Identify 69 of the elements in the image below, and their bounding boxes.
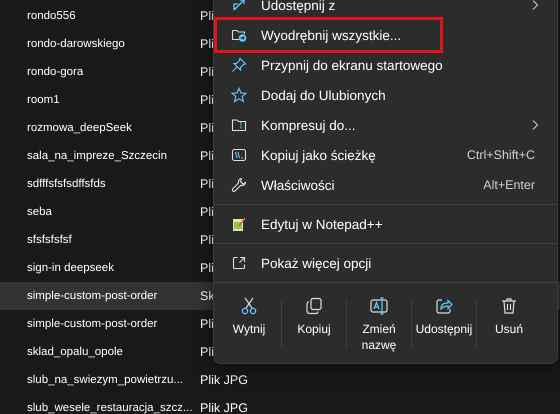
file-name: slub_na_swiezym_powietrzu... — [27, 374, 184, 386]
file-name: room1 — [27, 94, 61, 106]
pin-icon — [231, 57, 247, 73]
file-type: Pli — [200, 121, 214, 135]
menu-item-label: Właściwości — [261, 178, 336, 192]
menu-item[interactable]: Przypnij do ekranu startowego — [218, 51, 553, 79]
file-name: sfsfsfsfsf — [27, 234, 73, 246]
menu-item-label: Przypnij do ekranu startowego — [261, 58, 444, 72]
menu-item-label: Pokaż więcej opcji — [261, 256, 372, 270]
path-icon — [231, 147, 247, 163]
zip-folder-icon — [231, 117, 247, 133]
file-name: slub_wesele_restauracja_szcz... — [27, 402, 194, 414]
file-type: Plik JPG — [200, 373, 248, 387]
file-type: Pli — [200, 9, 214, 23]
file-name: simple-custom-post-order — [27, 318, 158, 330]
menu-item-label: Kopiuj jako ścieżkę — [261, 148, 377, 162]
file-type: Pli — [200, 37, 214, 51]
star-icon — [231, 87, 247, 103]
action-button[interactable]: Zmień nazwę — [347, 292, 411, 358]
shortcut-label: Alt+Enter — [483, 178, 535, 192]
rename-icon — [369, 296, 389, 316]
menu-item-label: Udostępnij z — [261, 0, 336, 12]
cut-icon — [239, 296, 259, 316]
menu-item-label: Kompresuj do... — [261, 118, 357, 132]
file-row[interactable]: slub_wesele_restauracja_szcz... Plik JPG — [0, 394, 560, 414]
file-name: rondo-darowskiego — [27, 38, 126, 50]
file-name: rondo556 — [27, 10, 77, 22]
menu-item[interactable]: Kopiuj jako ścieżkę Ctrl+Shift+C — [218, 141, 553, 169]
file-type: Pli — [200, 233, 214, 247]
file-type: Pli — [200, 205, 214, 219]
menu-item[interactable]: Udostępnij z — [218, 0, 553, 19]
action-button[interactable]: Wytnij — [217, 292, 281, 342]
file-type: Plik JPG — [200, 401, 248, 414]
file-name: simple-custom-post-order — [27, 290, 158, 302]
action-button[interactable]: Kopiuj — [282, 292, 346, 342]
file-type: Pli — [200, 177, 214, 191]
menu-item[interactable]: Pokaż więcej opcji — [218, 249, 553, 277]
file-row[interactable]: slub_na_swiezym_powietrzu... Plik JPG — [0, 366, 560, 394]
menu-item[interactable]: Dodaj do Ulubionych — [218, 81, 553, 109]
menu-item[interactable]: Kompresuj do... — [218, 111, 553, 139]
file-type: Pli — [200, 345, 214, 359]
menu-item[interactable]: Wyodrębnij wszystkie... — [218, 21, 439, 49]
shortcut-label: Ctrl+Shift+C — [466, 148, 535, 162]
file-name: sign-in deepseek — [27, 262, 115, 274]
menu-item-label: Wyodrębnij wszystkie... — [261, 28, 402, 42]
wrench-icon — [231, 177, 247, 193]
copy-icon — [304, 296, 324, 316]
action-button[interactable]: Usuń — [477, 292, 541, 342]
file-type: Pli — [200, 65, 214, 79]
file-name: rondo-gora — [27, 66, 84, 78]
notepad-icon — [231, 216, 247, 232]
file-name: sala_na_impreze_Szczecin — [27, 150, 168, 162]
file-type: Pli — [200, 149, 214, 163]
file-name: seba — [27, 206, 53, 218]
file-name: rozmowa_deepSeek — [27, 122, 133, 134]
delete-icon — [499, 296, 519, 316]
action-button[interactable]: Udostępnij — [412, 292, 476, 342]
share-icon — [231, 0, 247, 13]
menu-item[interactable]: Właściwości Alt+Enter — [218, 171, 553, 199]
file-type: Pli — [200, 93, 214, 107]
file-type: Pli — [200, 261, 214, 275]
file-name: sdfffsfsfsdffsfds — [27, 178, 107, 190]
menu-item[interactable]: Edytuj w Notepad++ — [218, 210, 553, 238]
expand-icon — [231, 255, 247, 271]
file-type: Pli — [200, 317, 214, 331]
menu-item-label: Dodaj do Ulubionych — [261, 88, 387, 102]
folder-arrow-icon — [231, 27, 247, 43]
menu-item-label: Edytuj w Notepad++ — [261, 216, 384, 232]
file-name: sklad_opalu_opole — [27, 346, 124, 358]
